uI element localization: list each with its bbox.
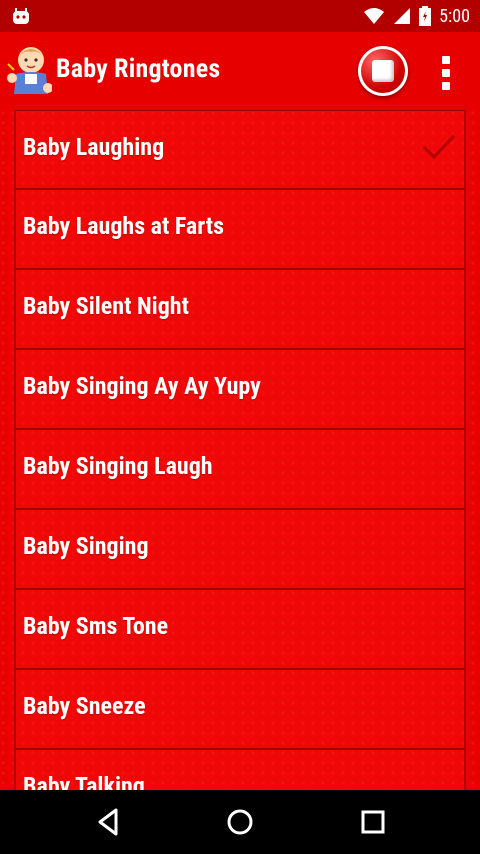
status-icons: 5:00 [363, 0, 470, 32]
back-icon[interactable] [90, 804, 126, 840]
battery-icon [419, 6, 432, 26]
ringtone-list: Baby Laughing Baby Laughs at Farts Baby Si… [14, 110, 466, 790]
ringtone-list-item[interactable]: Baby Talking [14, 750, 466, 790]
ringtone-label: Baby Singing Laugh [23, 452, 213, 480]
app-title: Baby Ringtones [56, 54, 221, 84]
navigation-bar [0, 790, 480, 854]
stop-icon [372, 60, 394, 82]
home-icon[interactable] [222, 804, 258, 840]
signal-icon [394, 8, 411, 24]
ringtone-list-item[interactable]: Baby Laughs at Farts [14, 190, 466, 270]
overflow-menu-icon[interactable] [436, 56, 456, 90]
ringtone-label: Baby Laughing [23, 133, 165, 161]
ringtone-label: Baby Silent Night [23, 292, 189, 320]
recents-icon[interactable] [355, 804, 391, 840]
app-bar: Baby Ringtones [0, 32, 480, 110]
status-time: 5:00 [439, 5, 470, 27]
checkmark-icon [422, 134, 456, 160]
ringtone-list-item[interactable]: Baby Sneeze [14, 670, 466, 750]
ringtone-label: Baby Sms Tone [23, 612, 169, 640]
ringtone-list-item[interactable]: Baby Laughing [14, 110, 466, 190]
ringtone-label: Baby Laughs at Farts [23, 212, 224, 240]
ringtone-list-container: Baby Laughing Baby Laughs at Farts Baby Si… [0, 110, 480, 790]
ringtone-label: Baby Singing Ay Ay Yupy [23, 372, 261, 400]
ringtone-list-item[interactable]: Baby Singing [14, 510, 466, 590]
ringtone-list-item[interactable]: Baby Sms Tone [14, 590, 466, 670]
ringtone-list-item[interactable]: Baby Silent Night [14, 270, 466, 350]
ringtone-list-item[interactable]: Baby Singing Ay Ay Yupy [14, 350, 466, 430]
ringtone-label: Baby Singing [23, 532, 149, 560]
stop-button[interactable] [358, 46, 408, 96]
wifi-icon [364, 8, 385, 24]
ringtone-label: Baby Talking [23, 772, 145, 790]
status-bar: 5:00 [0, 0, 480, 32]
baby-logo-icon [7, 47, 52, 94]
android-notification-icon [13, 8, 29, 24]
ringtone-label: Baby Sneeze [23, 692, 146, 720]
ringtone-list-item[interactable]: Baby Singing Laugh [14, 430, 466, 510]
